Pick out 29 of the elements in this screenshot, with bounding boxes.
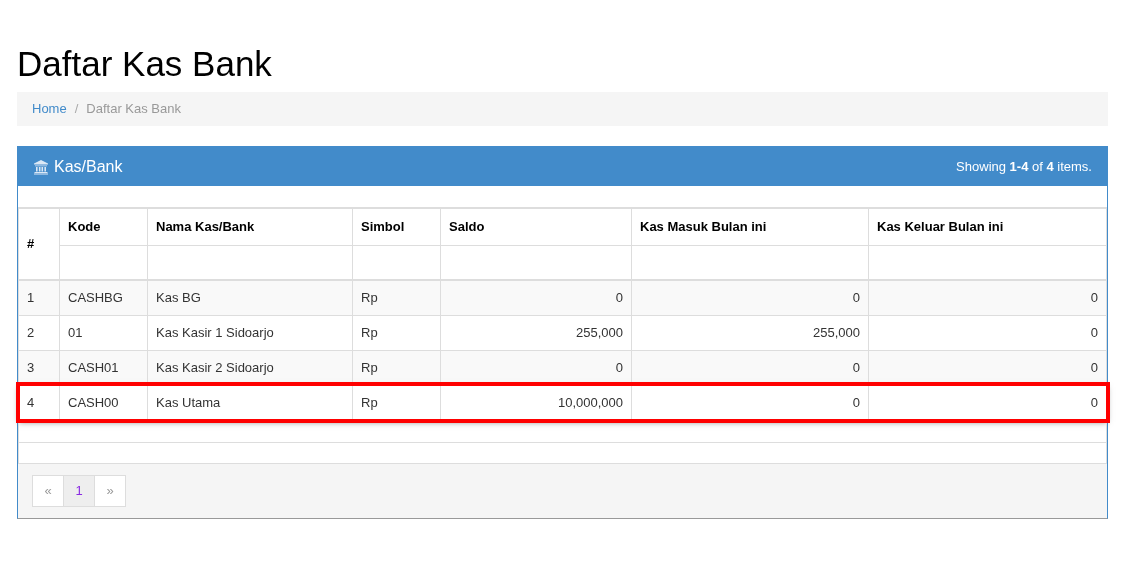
breadcrumb-link[interactable]: Home — [32, 99, 67, 119]
column-header: Simbol — [352, 208, 441, 245]
breadcrumb-separator: / — [73, 100, 80, 119]
table-cell: Rp — [352, 280, 441, 315]
page-title: Daftar Kas Bank — [17, 43, 273, 85]
bank-icon — [33, 158, 49, 175]
table-cell: 0 — [868, 280, 1107, 315]
summary-text: Showing 1-4 of 4 items. — [956, 157, 1092, 176]
table-cell: CASHBG — [59, 280, 148, 315]
table-cell: 255,000 — [631, 315, 869, 350]
column-header: Kas Masuk Bulan ini — [631, 208, 869, 245]
column-header: Kode — [59, 208, 148, 245]
table-cell: Rp — [352, 315, 441, 350]
breadcrumb-current: Daftar Kas Bank — [86, 100, 181, 119]
pagination-button[interactable]: 1 — [63, 474, 95, 507]
table-cell: 1 — [18, 280, 60, 315]
table-cell: Kas BG — [147, 280, 353, 315]
table-cell: 01 — [59, 315, 148, 350]
column-header: # — [18, 208, 60, 280]
table-cell: 2 — [18, 315, 60, 350]
table-cell: Kas Kasir 1 Sidoarjo — [147, 315, 353, 350]
table-cell: 0 — [868, 315, 1107, 350]
table-cell: 0 — [440, 280, 632, 315]
column-header: Nama Kas/Bank — [147, 208, 353, 245]
table-cell: 0 — [631, 280, 869, 315]
column-header: Saldo — [440, 208, 632, 245]
column-header: Kas Keluar Bulan ini — [868, 208, 1107, 245]
panel-title: Kas/Bank — [54, 156, 123, 177]
table-cell: 255,000 — [440, 315, 632, 350]
